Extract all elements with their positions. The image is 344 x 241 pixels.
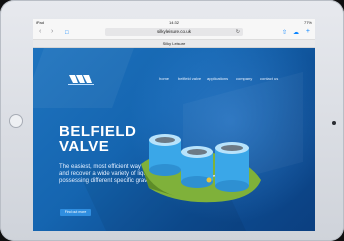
status-bar: iPad 14:32 77% (33, 19, 315, 26)
carrier-label: iPad (36, 20, 45, 25)
screen: iPad 14:32 77% ‹ › □ silkyleisure.co.uk … (33, 19, 315, 231)
nav-belfield-valve[interactable]: belfield valve (178, 76, 201, 81)
tanks-illustration (141, 134, 261, 203)
nav-company[interactable]: company (236, 76, 252, 81)
reload-icon[interactable]: ↻ (236, 28, 240, 36)
webpage: home belfield valve applications company… (33, 48, 315, 231)
company-logo[interactable] (67, 72, 97, 86)
find-out-more-button[interactable]: Find out more (60, 209, 91, 216)
tablet-frame: iPad 14:32 77% ‹ › □ silkyleisure.co.uk … (0, 0, 344, 241)
nav-contact-us[interactable]: contact us (260, 76, 278, 81)
address-bar[interactable]: silkyleisure.co.uk ↻ (105, 28, 243, 36)
nav-home[interactable]: home (159, 76, 169, 81)
cloud-tabs-icon[interactable]: ☁ (293, 29, 299, 37)
status-time: 14:32 (168, 20, 180, 25)
home-button[interactable] (9, 114, 23, 128)
tab-title: Silky Leisure (162, 41, 186, 46)
tab-bar[interactable]: Silky Leisure (33, 40, 315, 48)
plus-icon[interactable]: + (306, 28, 310, 36)
share-icon[interactable]: ⇧ (282, 29, 287, 37)
nav-applications[interactable]: applications (207, 76, 228, 81)
battery-label: 77% (303, 20, 312, 25)
browser-toolbar: ‹ › □ silkyleisure.co.uk ↻ ⇧ ☁ + (33, 26, 315, 40)
url-text: silkyleisure.co.uk (156, 29, 191, 34)
book-icon[interactable]: □ (65, 29, 69, 37)
chevron-left-icon[interactable]: ‹ (39, 28, 41, 36)
chevron-right-icon[interactable]: › (51, 28, 53, 36)
front-camera (332, 121, 336, 125)
